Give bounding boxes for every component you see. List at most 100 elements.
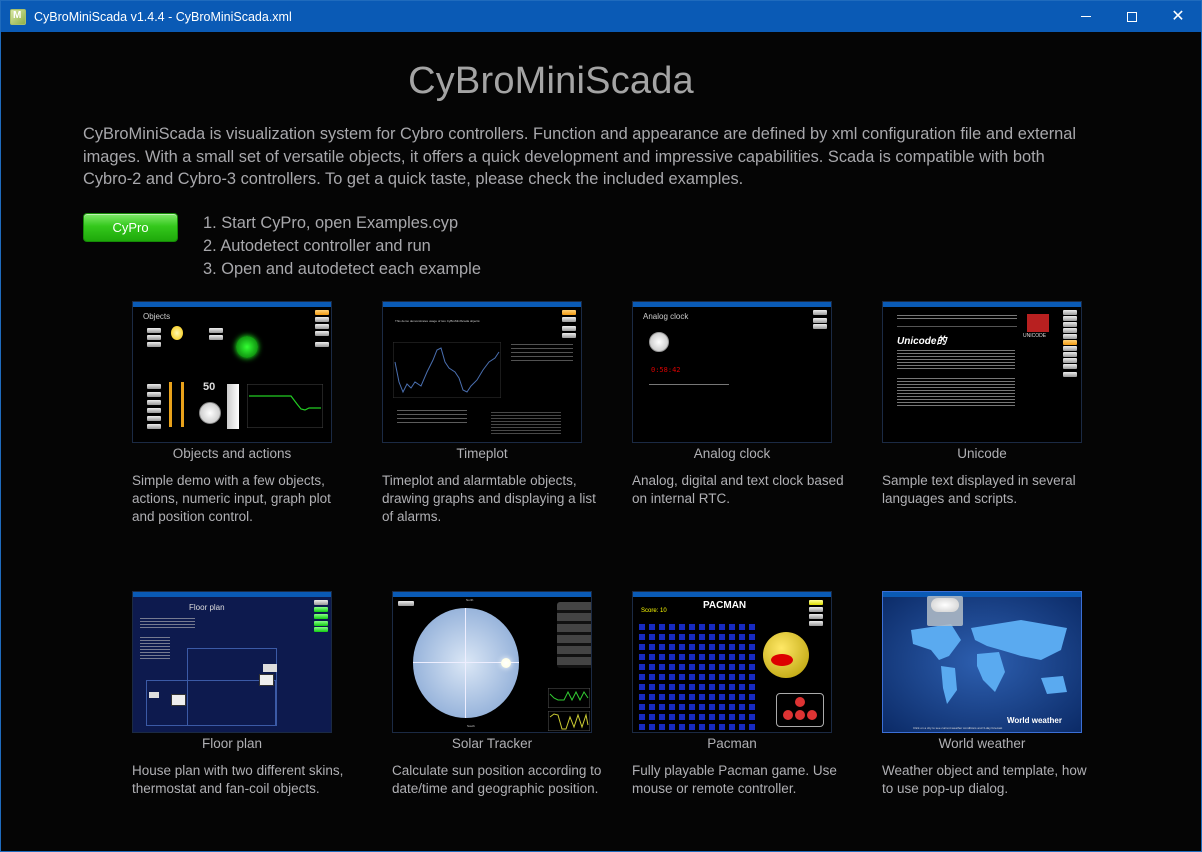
title-bar: CyBroMiniScada v1.4.4 - CyBroMiniScada.x… <box>1 1 1201 32</box>
example-thumbnail-pacman[interactable]: PACMAN Score: 10 <box>632 591 832 733</box>
example-description: House plan with two different skins, the… <box>132 763 344 796</box>
thumb-alarm-table <box>491 412 561 434</box>
example-title[interactable]: Pacman <box>632 736 832 751</box>
example-description: Weather object and template, how to use … <box>882 763 1087 796</box>
thumb-value: 50 <box>203 381 216 393</box>
weather-popup <box>927 596 963 626</box>
thumb-button <box>1063 322 1077 327</box>
thumb-heading: World weather <box>1007 716 1062 725</box>
example-thumbnail-solar-tracker[interactable]: North South <box>392 591 592 733</box>
thumb-divider <box>897 326 1017 327</box>
pacman-maze-corridors <box>639 620 756 732</box>
thumb-heading: North <box>466 598 474 602</box>
example-description: Analog, digital and text clock based on … <box>632 473 844 506</box>
thermostat-icon <box>149 692 159 698</box>
intro-text: CyBroMiniScada is visualization system f… <box>83 125 1077 188</box>
gauge-icon <box>199 402 221 424</box>
thumb-text-block <box>140 618 195 628</box>
thumb-button <box>813 324 827 329</box>
thumb-button <box>147 335 161 340</box>
thumb-button <box>315 317 329 322</box>
thumb-button <box>1063 310 1077 315</box>
cypro-button[interactable]: CyPro <box>83 213 178 242</box>
thumb-button <box>314 600 328 605</box>
maximize-button[interactable] <box>1109 1 1155 32</box>
window-controls: ✕ <box>1063 1 1201 32</box>
example-thumbnail-unicode[interactable]: Unicode的 UNICODE <box>882 301 1082 443</box>
arrow-left-icon <box>783 710 793 720</box>
thumb-button <box>1063 358 1077 363</box>
thumb-graph <box>548 688 590 708</box>
thumb-text-block <box>511 344 573 364</box>
thumb-button <box>314 614 328 619</box>
thumb-button <box>1063 352 1077 357</box>
thumb-titlebar <box>133 592 331 597</box>
slider-track <box>169 382 172 427</box>
example-title[interactable]: Solar Tracker <box>392 736 592 751</box>
arrow-down-icon <box>795 710 805 720</box>
page-title: CyBroMiniScada <box>408 60 694 102</box>
thumb-button <box>315 342 329 347</box>
thumb-titlebar <box>633 592 831 597</box>
clock-icon <box>649 332 669 352</box>
thumb-text-block <box>897 378 1015 408</box>
thumb-footer: Click on a city to see current weather c… <box>913 726 1003 730</box>
thumb-button <box>314 627 328 632</box>
thumb-titlebar <box>883 302 1081 307</box>
example-title[interactable]: Analog clock <box>632 446 832 461</box>
thumb-button <box>147 342 161 347</box>
thumb-value: 0:58:42 <box>651 366 681 374</box>
example-title[interactable]: Timeplot <box>382 446 582 461</box>
example-title[interactable]: Floor plan <box>132 736 332 751</box>
example-thumbnail-objects[interactable]: Objects 50 <box>132 301 332 443</box>
thumb-heading: Objects <box>143 312 171 321</box>
example-thumbnail-floor-plan[interactable]: Floor plan <box>132 591 332 733</box>
fan-coil-icon <box>171 694 186 706</box>
thumb-titlebar <box>393 592 591 597</box>
thumb-value: Score: 10 <box>641 608 667 614</box>
thumb-button <box>813 318 827 323</box>
thumb-button <box>147 408 161 413</box>
step-item: 1. Start CyPro, open Examples.cyp <box>203 214 459 232</box>
thumb-button <box>147 384 161 389</box>
close-icon: ✕ <box>1171 7 1185 25</box>
thumb-button <box>562 333 576 338</box>
pacman-mouth <box>771 654 793 666</box>
example-thumbnail-timeplot[interactable]: This demo demonstrates usage of two CyBr… <box>382 301 582 443</box>
example-description: Sample text displayed in several languag… <box>882 473 1076 506</box>
thumb-button <box>809 600 823 605</box>
fan-coil-icon <box>259 674 274 686</box>
thumb-button <box>147 424 161 429</box>
minimize-button[interactable] <box>1063 1 1109 32</box>
arrow-right-icon <box>807 710 817 720</box>
thumb-graph <box>548 711 590 731</box>
thumb-heading: Analog clock <box>643 312 689 321</box>
thumb-button <box>147 400 161 405</box>
maximize-icon <box>1127 11 1137 22</box>
thumb-button <box>209 335 223 340</box>
world-map <box>911 620 1067 704</box>
thumb-button <box>1063 364 1077 369</box>
thumb-button <box>1063 334 1077 339</box>
thumb-button <box>809 621 823 626</box>
thumb-button <box>1063 340 1077 345</box>
example-title[interactable]: Unicode <box>882 446 1082 461</box>
thumb-button <box>809 607 823 612</box>
thumb-button <box>809 614 823 619</box>
close-button[interactable]: ✕ <box>1155 1 1201 32</box>
example-thumbnail-analog-clock[interactable]: Analog clock 0:58:42 <box>632 301 832 443</box>
step-item: 2. Autodetect controller and run <box>203 237 431 255</box>
app-window: CyBroMiniScada v1.4.4 - CyBroMiniScada.x… <box>0 0 1202 852</box>
main-content: CyBroMiniScada CyBroMiniScada is visuali… <box>1 32 1201 851</box>
example-title[interactable]: World weather <box>882 736 1082 751</box>
thumb-button <box>315 310 329 315</box>
unicode-logo-icon <box>1027 314 1049 332</box>
thumb-button <box>209 328 223 333</box>
thumb-logo-text: UNICODE <box>1023 333 1047 339</box>
thumb-button <box>1063 346 1077 351</box>
thumb-heading: This demo demonstrates usage of two CyBr… <box>395 319 481 323</box>
thumb-button <box>813 310 827 315</box>
example-title[interactable]: Objects and actions <box>132 446 332 461</box>
thermostat-icon <box>263 664 277 672</box>
example-thumbnail-world-weather[interactable]: World weather Click on a city to see cur… <box>882 591 1082 733</box>
